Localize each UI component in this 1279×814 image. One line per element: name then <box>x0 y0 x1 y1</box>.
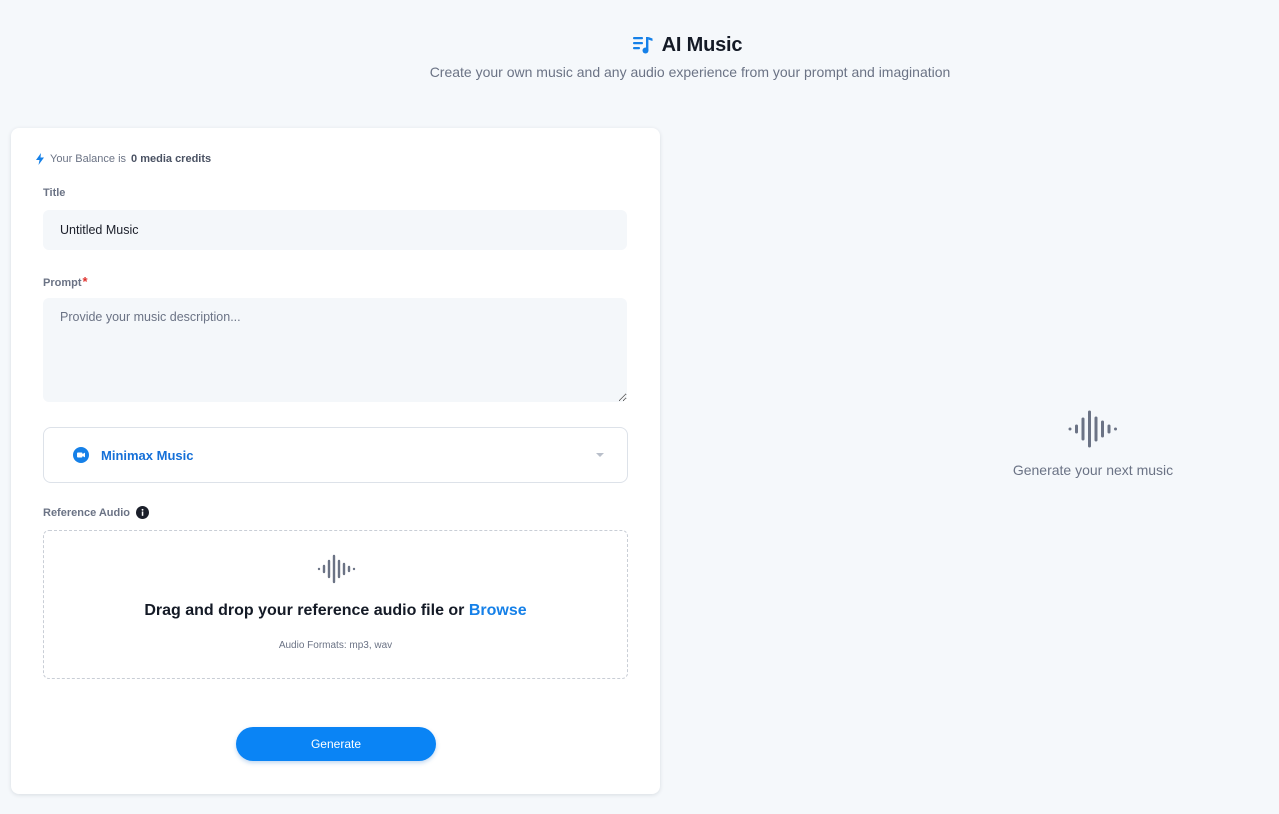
title-input[interactable] <box>43 210 627 250</box>
balance-indicator: Your Balance is 0 media credits <box>35 153 211 165</box>
bolt-icon <box>35 153 45 165</box>
model-select-value: Minimax Music <box>101 447 194 463</box>
header-title-row: AI Music <box>632 32 743 58</box>
balance-prefix: Your Balance is <box>50 153 127 165</box>
music-list-icon <box>632 34 654 56</box>
page-subtitle: Create your own music and any audio expe… <box>429 64 951 80</box>
reference-audio-dropzone[interactable]: Drag and drop your reference audio file … <box>43 530 628 679</box>
page-title: AI Music <box>661 33 743 56</box>
reference-audio-label-row: Reference Audio <box>43 506 150 519</box>
model-select[interactable]: Minimax Music <box>43 427 628 483</box>
dropzone-instructions: Drag and drop your reference audio file … <box>44 602 627 620</box>
generate-button[interactable]: Generate <box>236 727 436 761</box>
page-header: AI Music Create your own music and any a… <box>190 32 1090 81</box>
reference-audio-label: Reference Audio <box>43 506 131 519</box>
prompt-input[interactable] <box>43 298 627 402</box>
video-camera-icon <box>73 447 89 463</box>
browse-link[interactable]: Browse <box>469 602 527 619</box>
ai-music-page: AI Music Create your own music and any a… <box>0 0 1279 814</box>
balance-amount: 0 media credits <box>131 153 212 165</box>
prompt-label-row: Prompt* <box>43 274 88 289</box>
required-marker: * <box>82 274 88 289</box>
info-icon[interactable] <box>136 506 150 519</box>
audio-wave-icon <box>1068 410 1117 448</box>
dropzone-text: Drag and drop your reference audio file … <box>144 602 465 619</box>
prompt-label: Prompt <box>43 277 82 289</box>
audio-wave-icon <box>317 553 356 585</box>
chevron-down-icon <box>596 453 604 457</box>
audio-formats-hint: Audio Formats: mp3, wav <box>278 640 393 651</box>
music-form-card: Your Balance is 0 media credits Title Pr… <box>11 128 660 794</box>
empty-state-text: Generate your next music <box>1012 462 1174 478</box>
output-empty-state: Generate your next music <box>963 408 1223 478</box>
title-label: Title <box>43 187 66 199</box>
